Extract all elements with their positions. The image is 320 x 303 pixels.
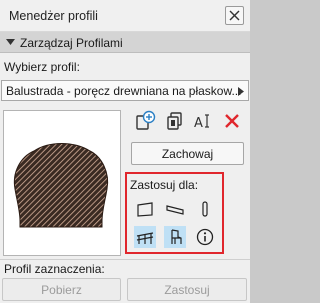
profile-select[interactable]: Balustrada - poręcz drewniana na płaskow… xyxy=(1,80,249,101)
close-icon xyxy=(229,10,240,21)
selection-profile-label: Profil zaznaczenia: xyxy=(4,262,105,276)
svg-text:A: A xyxy=(194,116,203,131)
wall-icon xyxy=(137,202,153,217)
column-icon xyxy=(202,201,208,217)
new-profile-button[interactable] xyxy=(133,109,157,133)
save-button[interactable]: Zachowaj xyxy=(131,142,244,165)
profile-preview xyxy=(3,110,121,256)
select-arrow-icon xyxy=(238,87,244,96)
duplicate-profile-button[interactable] xyxy=(163,109,187,133)
profile-select-label: Wybierz profil: xyxy=(4,60,80,74)
get-button[interactable]: Pobierz xyxy=(2,278,121,301)
profile-shape-image xyxy=(13,143,109,228)
new-profile-icon xyxy=(136,110,156,130)
info-icon xyxy=(196,228,214,246)
window-title: Menedżer profili xyxy=(9,9,98,23)
title-bar: Menedżer profili xyxy=(0,0,250,32)
object-chair-icon xyxy=(171,229,182,244)
apply-object-toggle[interactable] xyxy=(164,226,186,248)
apply-beam-toggle[interactable] xyxy=(164,198,186,220)
close-button[interactable] xyxy=(225,6,244,25)
apply-button[interactable]: Zastosuj xyxy=(127,278,247,301)
profile-select-value: Balustrada - poręcz drewniana na płaskow… xyxy=(6,84,242,98)
info-button[interactable] xyxy=(194,226,216,248)
railing-icon xyxy=(136,232,154,244)
delete-profile-button[interactable] xyxy=(220,109,244,133)
rename-profile-button[interactable]: A xyxy=(191,109,215,133)
apply-wall-toggle[interactable] xyxy=(134,198,156,220)
apply-column-toggle[interactable] xyxy=(194,198,216,220)
section-header[interactable]: Zarządzaj Profilami xyxy=(0,32,250,53)
apply-for-group: Zastosuj dla: xyxy=(125,172,224,254)
divider xyxy=(0,259,250,260)
section-title: Zarządzaj Profilami xyxy=(20,36,123,50)
duplicate-icon xyxy=(167,112,182,130)
apply-for-label: Zastosuj dla: xyxy=(130,178,199,192)
beam-icon xyxy=(166,205,184,215)
apply-railing-toggle[interactable] xyxy=(134,226,156,248)
collapse-triangle-icon[interactable] xyxy=(6,39,15,46)
delete-icon xyxy=(225,114,239,128)
rename-icon: A xyxy=(194,114,209,131)
